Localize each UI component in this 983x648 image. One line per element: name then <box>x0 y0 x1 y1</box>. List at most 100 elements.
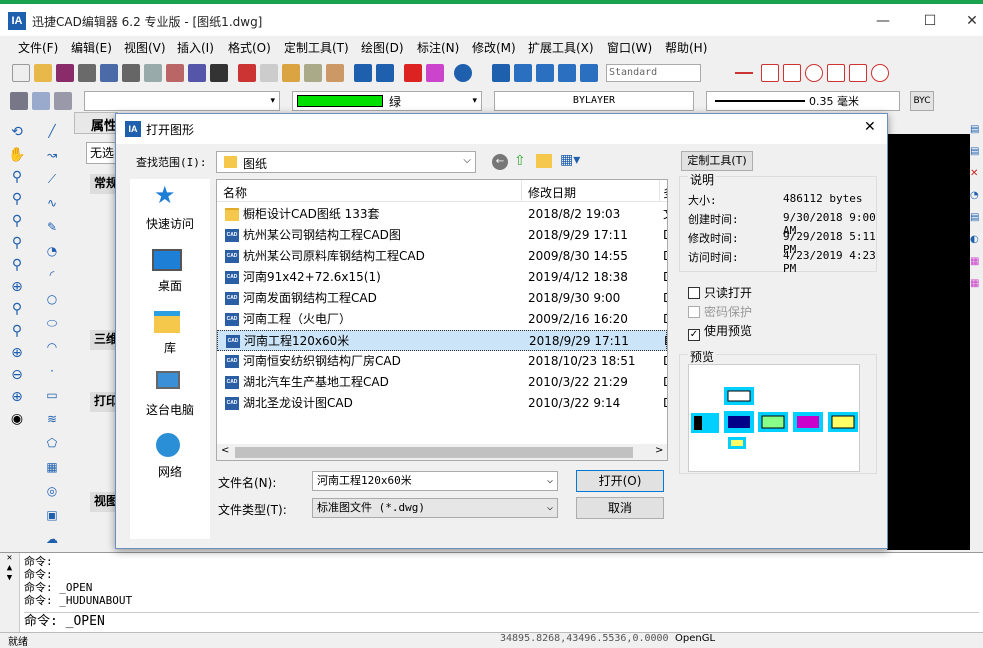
text-style-icon[interactable] <box>514 64 532 82</box>
zoom-previous-icon[interactable]: ⚲ <box>6 213 28 235</box>
right-tool-icon[interactable]: ▤ <box>970 146 983 168</box>
dim-radius-icon[interactable] <box>805 64 823 82</box>
zoom-dynamic-icon[interactable]: ⚲ <box>6 235 28 257</box>
file-row[interactable]: CAD 河南工程120x60米 2018/9/29 17:11 D <box>217 330 667 351</box>
cut-icon[interactable] <box>238 64 256 82</box>
right-tool-icon[interactable]: ✕ <box>970 168 983 190</box>
point-icon[interactable]: · <box>40 364 64 388</box>
match-properties-icon[interactable] <box>326 64 344 82</box>
selection-select[interactable]: 无选 <box>86 142 116 164</box>
spline-icon[interactable]: ∿ <box>40 196 64 220</box>
redo-icon[interactable] <box>376 64 394 82</box>
text-edit-icon[interactable] <box>558 64 576 82</box>
filetype-select[interactable]: 标准图文件 (*.dwg) ⌵ <box>312 498 558 518</box>
right-tool-icon[interactable]: ▤ <box>970 124 983 146</box>
menu-format[interactable]: 格式(O) <box>228 39 271 56</box>
column-type[interactable]: 多 <box>663 184 667 201</box>
place-this-pc[interactable]: 这台电脑 <box>130 401 210 418</box>
purge-icon[interactable] <box>426 64 444 82</box>
menu-dimension[interactable]: 标注(N) <box>417 39 459 56</box>
file-row[interactable]: CAD 杭州某公司原料库钢结构工程CAD 2009/8/30 14:55 D <box>217 246 667 267</box>
this-pc-icon[interactable] <box>156 371 180 389</box>
readonly-checkbox[interactable]: 只读打开 <box>688 284 752 301</box>
zoom-window-icon[interactable]: ⚲ <box>6 191 28 213</box>
file-row[interactable]: CAD 河南恒安纺织钢结构厂房CAD 2018/10/23 18:51 D <box>217 351 667 372</box>
printer-icon[interactable] <box>122 64 140 82</box>
text-find-icon[interactable] <box>580 64 598 82</box>
command-window-handle[interactable]: ✕ ▲ ▼ <box>0 553 20 633</box>
orbit-icon[interactable]: ⊕ <box>6 389 28 411</box>
command-input[interactable]: 命令: _OPEN <box>24 612 979 630</box>
menu-extensions[interactable]: 扩展工具(X) <box>528 39 594 56</box>
pencil-icon[interactable]: ✎ <box>40 220 64 244</box>
layer-previous-icon[interactable] <box>54 92 72 110</box>
menu-modify[interactable]: 修改(M) <box>472 39 516 56</box>
up-folder-icon[interactable]: ⇧ <box>514 153 526 169</box>
dim-angular-icon[interactable] <box>827 64 845 82</box>
zoom-out-icon[interactable]: ⊖ <box>6 367 28 389</box>
file-list[interactable]: 名称 修改日期 多 橱柜设计CAD图纸 133套2018/8/2 19:03文C… <box>216 179 668 461</box>
right-tool-icon[interactable]: ◔ <box>970 190 983 212</box>
document-icon[interactable] <box>166 64 184 82</box>
dim-ordinate-icon[interactable] <box>783 64 801 82</box>
column-divider[interactable] <box>521 180 522 202</box>
right-tool-icon[interactable]: ◐ <box>970 234 983 256</box>
color-select[interactable]: 绿 ▾ <box>292 91 482 111</box>
quick-access-icon[interactable]: ★ <box>154 181 176 209</box>
line-icon[interactable]: ╱ <box>40 124 64 148</box>
ellipse-icon[interactable]: ⬭ <box>40 316 64 340</box>
lineweight-select[interactable]: 0.35 毫米 <box>706 91 900 111</box>
render-icon[interactable]: ◉ <box>6 411 28 433</box>
donut-icon[interactable]: ◎ <box>40 484 64 508</box>
menu-draw[interactable]: 绘图(D) <box>361 39 404 56</box>
hatch-icon[interactable]: ≋ <box>40 412 64 436</box>
pan-icon[interactable]: ✋ <box>6 147 28 169</box>
zoom-realtime-icon[interactable]: ⚲ <box>6 169 28 191</box>
block-icon[interactable]: ▣ <box>40 508 64 532</box>
zoom-object-icon[interactable]: ⚲ <box>6 301 28 323</box>
desktop-icon[interactable] <box>152 249 182 271</box>
spellcheck-icon[interactable] <box>188 64 206 82</box>
column-divider[interactable] <box>659 180 660 202</box>
help-icon[interactable] <box>454 64 472 82</box>
print-icon[interactable] <box>100 64 118 82</box>
minimize-button[interactable]: — <box>863 10 903 34</box>
layer-select[interactable]: ▾ <box>84 91 280 111</box>
construction-line-icon[interactable]: ↝ <box>40 148 64 172</box>
paste-icon[interactable] <box>282 64 300 82</box>
menu-custom-tools[interactable]: 定制工具(T) <box>284 39 349 56</box>
circle-icon[interactable]: ○ <box>40 292 64 316</box>
file-row[interactable]: CAD 河南91x42+72.6x15(1) 2019/4/12 18:38 D <box>217 267 667 288</box>
network-icon[interactable] <box>156 433 180 457</box>
column-name[interactable]: 名称 <box>223 184 247 201</box>
close-window-button[interactable]: ✕ <box>952 10 983 34</box>
menu-view[interactable]: 视图(V) <box>124 39 166 56</box>
regen-icon[interactable]: ⟲ <box>6 124 28 146</box>
dim-linear-icon[interactable] <box>735 72 753 74</box>
cancel-button[interactable]: 取消 <box>576 497 664 519</box>
dim-diameter-icon[interactable] <box>871 64 889 82</box>
file-row[interactable]: CAD 杭州某公司钢结构工程CAD图 2018/9/29 17:11 D <box>217 225 667 246</box>
arc-3pt-icon[interactable]: ◜ <box>40 268 64 292</box>
text-style-select[interactable]: Standard <box>606 64 701 82</box>
polyline-icon[interactable]: ⟋ <box>40 172 64 196</box>
text-a-icon[interactable] <box>492 64 510 82</box>
zoom-center-icon[interactable]: ⊕ <box>6 279 28 301</box>
binoculars-icon[interactable] <box>210 64 228 82</box>
horizontal-scrollbar[interactable]: < > <box>217 444 667 460</box>
find-icon[interactable] <box>144 64 162 82</box>
dim-aligned-icon[interactable] <box>761 64 779 82</box>
new-file-icon[interactable] <box>12 64 30 82</box>
custom-tools-button[interactable]: 定制工具(T) <box>681 151 753 171</box>
place-network[interactable]: 网络 <box>130 463 210 480</box>
zoom-in-icon[interactable]: ⊕ <box>6 345 28 367</box>
menu-window[interactable]: 窗口(W) <box>607 39 652 56</box>
view-menu-icon[interactable]: ▦▾ <box>560 152 580 168</box>
maximize-button[interactable]: ☐ <box>910 10 950 34</box>
column-date[interactable]: 修改日期 <box>528 184 576 201</box>
filename-input[interactable]: 河南工程120x60米 ⌵ <box>312 471 558 491</box>
save-icon[interactable] <box>56 64 74 82</box>
lookin-select[interactable]: 图纸 ⌵ <box>216 151 476 173</box>
drawing-canvas[interactable] <box>887 134 970 550</box>
print-preview-icon[interactable] <box>78 64 96 82</box>
